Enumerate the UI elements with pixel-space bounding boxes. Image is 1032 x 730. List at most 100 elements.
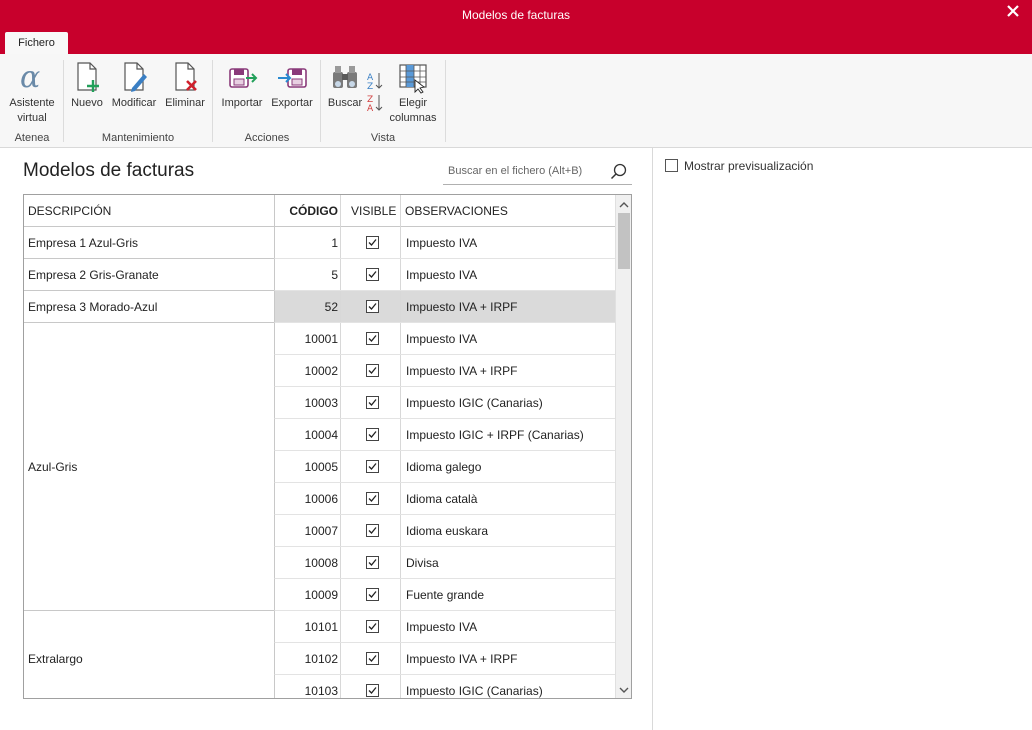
table-row[interactable]: 10002 Impuesto IVA + IRPF bbox=[274, 355, 615, 387]
table-row[interactable]: 10008 Divisa bbox=[274, 547, 615, 579]
visible-checkbox[interactable] bbox=[366, 396, 379, 409]
modificar-button[interactable]: Modificar bbox=[108, 60, 160, 111]
cell-descripcion[interactable]: Azul-Gris bbox=[24, 323, 274, 611]
table-row[interactable]: 10103 Impuesto IGIC (Canarias) bbox=[274, 675, 615, 698]
preview-toggle[interactable]: Mostrar previsualización bbox=[665, 159, 813, 173]
header-descripcion[interactable]: DESCRIPCIÓN bbox=[28, 195, 111, 227]
visible-checkbox[interactable] bbox=[366, 332, 379, 345]
tab-fichero[interactable]: Fichero bbox=[5, 32, 68, 54]
cell-divider bbox=[340, 611, 341, 642]
table-row[interactable]: 10102 Impuesto IVA + IRPF bbox=[274, 643, 615, 675]
visible-checkbox[interactable] bbox=[366, 684, 379, 697]
scroll-thumb[interactable] bbox=[618, 213, 630, 269]
search-input[interactable] bbox=[443, 158, 603, 184]
cell-divider bbox=[340, 643, 341, 674]
title-bar: Modelos de facturas bbox=[0, 0, 1032, 30]
cell-divider bbox=[340, 675, 341, 698]
visible-checkbox[interactable] bbox=[366, 236, 379, 249]
cell-codigo: 10006 bbox=[304, 492, 338, 506]
scroll-up-icon[interactable] bbox=[619, 199, 629, 209]
cell-descripcion[interactable]: Empresa 2 Gris-Granate bbox=[24, 259, 274, 291]
search-icon[interactable] bbox=[610, 163, 628, 181]
vertical-scrollbar[interactable] bbox=[615, 195, 631, 698]
cell-codigo: 5 bbox=[331, 268, 338, 282]
visible-checkbox[interactable] bbox=[366, 364, 379, 377]
visible-checkbox[interactable] bbox=[366, 556, 379, 569]
cell-divider bbox=[340, 515, 341, 546]
elegir-columnas-label: Elegir columnas bbox=[389, 97, 437, 124]
checkbox-icon bbox=[368, 271, 377, 278]
exportar-label: Exportar bbox=[271, 97, 313, 109]
cell-divider bbox=[340, 291, 341, 322]
table-row[interactable]: 5 Impuesto IVA bbox=[274, 259, 615, 291]
visible-checkbox[interactable] bbox=[366, 588, 379, 601]
alpha-icon: α bbox=[16, 60, 48, 95]
table-row[interactable]: 10004 Impuesto IGIC + IRPF (Canarias) bbox=[274, 419, 615, 451]
table-row[interactable]: 10101 Impuesto IVA bbox=[274, 611, 615, 643]
cell-divider bbox=[400, 451, 401, 482]
asistente-virtual-button[interactable]: α Asistente virtual bbox=[6, 60, 58, 126]
binoculars-icon bbox=[329, 60, 361, 94]
cell-descripcion[interactable]: Empresa 3 Morado-Azul bbox=[24, 291, 274, 323]
cell-divider bbox=[400, 259, 401, 290]
checkbox-icon bbox=[368, 367, 377, 374]
table-row[interactable]: 10003 Impuesto IGIC (Canarias) bbox=[274, 387, 615, 419]
visible-checkbox[interactable] bbox=[366, 652, 379, 665]
checkbox-icon bbox=[368, 655, 377, 662]
buscar-button[interactable]: Buscar bbox=[326, 60, 364, 111]
checkbox-icon bbox=[368, 495, 377, 502]
cell-observaciones: Impuesto IGIC + IRPF (Canarias) bbox=[406, 428, 584, 442]
nuevo-button[interactable]: Nuevo bbox=[68, 60, 106, 111]
table-row[interactable]: 10007 Idioma euskara bbox=[274, 515, 615, 547]
visible-checkbox[interactable] bbox=[366, 428, 379, 441]
cell-observaciones: Impuesto IVA bbox=[406, 268, 478, 282]
table-row[interactable]: 52 Impuesto IVA + IRPF bbox=[274, 291, 615, 323]
modificar-label: Modificar bbox=[111, 97, 157, 109]
elegir-columnas-button[interactable]: Elegir columnas bbox=[388, 60, 438, 126]
header-codigo[interactable]: CÓDIGO bbox=[274, 195, 338, 227]
sort-button[interactable]: AZZA bbox=[366, 70, 386, 119]
table-row[interactable]: 10001 Impuesto IVA bbox=[274, 323, 615, 355]
visible-checkbox[interactable] bbox=[366, 268, 379, 281]
header-observaciones[interactable]: OBSERVACIONES bbox=[405, 195, 508, 227]
sort-icon: AZZA bbox=[366, 73, 386, 117]
importar-button[interactable]: Importar bbox=[218, 60, 266, 111]
header-visible[interactable]: VISIBLE bbox=[351, 195, 396, 227]
eliminar-label: Eliminar bbox=[165, 97, 205, 109]
checkbox-icon bbox=[368, 623, 377, 630]
cell-divider bbox=[340, 579, 341, 610]
scroll-down-icon[interactable] bbox=[619, 684, 629, 694]
checkbox-icon bbox=[368, 591, 377, 598]
exportar-button[interactable]: Exportar bbox=[268, 60, 316, 111]
ribbon-tab-strip: Fichero bbox=[0, 30, 1032, 54]
preview-checkbox[interactable] bbox=[665, 159, 678, 172]
table-row[interactable]: 1 Impuesto IVA bbox=[274, 227, 615, 259]
table-row[interactable]: 10005 Idioma galego bbox=[274, 451, 615, 483]
close-icon[interactable] bbox=[1006, 4, 1022, 22]
cell-divider bbox=[340, 547, 341, 578]
table-row[interactable]: 10006 Idioma català bbox=[274, 483, 615, 515]
cell-divider bbox=[400, 515, 401, 546]
cell-observaciones: Idioma euskara bbox=[406, 524, 489, 538]
cell-codigo: 10101 bbox=[304, 620, 338, 634]
cell-descripcion[interactable]: Empresa 1 Azul-Gris bbox=[24, 227, 274, 259]
visible-checkbox[interactable] bbox=[366, 460, 379, 473]
cell-codigo: 10103 bbox=[304, 684, 338, 698]
table-row[interactable]: 10009 Fuente grande bbox=[274, 579, 615, 611]
visible-checkbox[interactable] bbox=[366, 524, 379, 537]
checkbox-icon bbox=[368, 239, 377, 246]
cell-divider bbox=[400, 579, 401, 610]
visible-checkbox[interactable] bbox=[366, 492, 379, 505]
visible-checkbox[interactable] bbox=[366, 620, 379, 633]
delete-doc-icon bbox=[169, 60, 201, 94]
cell-codigo: 52 bbox=[324, 300, 338, 314]
checkbox-icon bbox=[368, 687, 377, 694]
eliminar-button[interactable]: Eliminar bbox=[162, 60, 208, 111]
buscar-label: Buscar bbox=[327, 97, 363, 109]
cell-codigo: 10002 bbox=[304, 364, 338, 378]
checkbox-icon bbox=[368, 559, 377, 566]
cell-observaciones: Idioma català bbox=[406, 492, 478, 506]
cell-descripcion[interactable]: Extralargo bbox=[24, 611, 274, 698]
ribbon: α Asistente virtual Atenea Nuevo Modific… bbox=[0, 54, 1032, 148]
visible-checkbox[interactable] bbox=[366, 300, 379, 313]
